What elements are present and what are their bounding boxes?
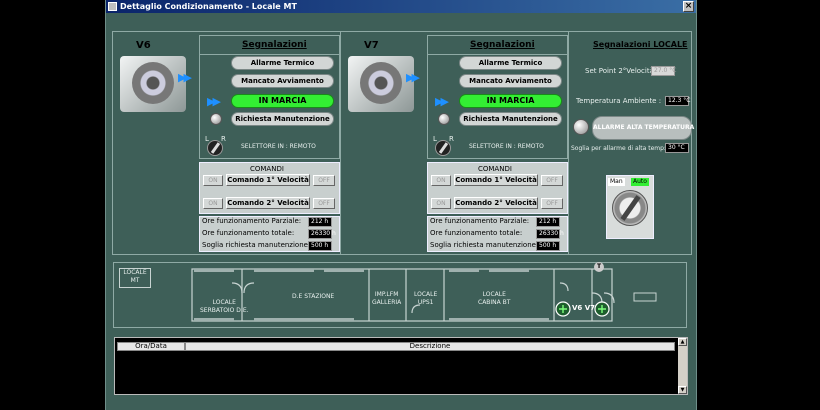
airflow-arrow-icon: ▶▶ bbox=[178, 71, 192, 84]
signal-start-failure: Mancato Avviamento bbox=[231, 74, 334, 88]
high-temp-threshold-value: 30 °C bbox=[665, 143, 689, 153]
maintenance-threshold-label: Soglia richiesta manutenzione (h): bbox=[202, 241, 323, 249]
maintenance-threshold-label: Soglia richiesta manutenzione (h): bbox=[430, 241, 551, 249]
unit-name: V6 bbox=[136, 40, 151, 51]
cmd2-on-button[interactable]: ON bbox=[431, 198, 451, 209]
unit-panel-v7: V7 ▶▶ Segnalazioni Allarme Termico Manca… bbox=[340, 31, 569, 255]
app-icon bbox=[108, 2, 117, 11]
setpoint-value: 27.0 °C bbox=[651, 66, 676, 76]
title-bar: Dettaglio Condizionamento - Locale MT × bbox=[106, 0, 696, 13]
hours-total-value: 26330 h bbox=[308, 229, 336, 239]
cmd1-speed-button[interactable]: Comando 1° Velocità bbox=[454, 174, 538, 186]
room-imp-galleria: IMP.LFM GALLERIA bbox=[372, 291, 402, 306]
selector-right-label: R bbox=[449, 135, 454, 143]
room-ups1: LOCALE UPS1 bbox=[414, 291, 438, 306]
cmd1-off-button[interactable]: OFF bbox=[541, 175, 563, 186]
window-title: Dettaglio Condizionamento - Locale MT bbox=[120, 2, 297, 11]
selector-key-icon[interactable] bbox=[435, 140, 451, 156]
high-temp-alarm: ALLARME ALTA TEMPERATURA bbox=[592, 116, 694, 140]
cmd1-on-button[interactable]: ON bbox=[431, 175, 451, 186]
hours-partial-value: 212 h bbox=[308, 217, 332, 227]
running-arrow-icon: ▶▶ bbox=[435, 95, 449, 108]
maintenance-threshold-value: 500 h bbox=[308, 241, 332, 251]
hours-total-value: 26330 h bbox=[536, 229, 564, 239]
hours-partial-value: 212 h bbox=[536, 217, 560, 227]
mode-selector-knob-icon[interactable] bbox=[612, 190, 648, 226]
commands-title: COMANDI bbox=[478, 165, 512, 173]
airflow-arrow-icon: ▶▶ bbox=[406, 71, 420, 84]
mode-manual-label: Man bbox=[608, 178, 625, 186]
signal-maintenance-request: Richiesta Manutenzione bbox=[231, 112, 334, 126]
running-arrow-icon: ▶▶ bbox=[207, 95, 221, 108]
cmd2-off-button[interactable]: OFF bbox=[541, 198, 563, 209]
selector-label: SELETTORE IN : REMOTO bbox=[469, 143, 544, 150]
mode-auto-label: Auto bbox=[631, 178, 649, 186]
ambient-temp-label: Temperatura Ambiente : bbox=[576, 97, 662, 105]
fan-icon bbox=[348, 56, 414, 112]
unit-name: V7 bbox=[364, 40, 379, 51]
signal-maintenance-request: Richiesta Manutenzione bbox=[459, 112, 562, 126]
cmd2-off-button[interactable]: OFF bbox=[313, 198, 335, 209]
cmd1-on-button[interactable]: ON bbox=[203, 175, 223, 186]
cmd1-off-button[interactable]: OFF bbox=[313, 175, 335, 186]
signal-start-failure: Mancato Avviamento bbox=[459, 74, 562, 88]
maintenance-led-icon bbox=[210, 113, 222, 125]
setpoint-label: Set Point 2°Velocità: bbox=[585, 67, 657, 75]
fan-location-label: V6 V7 bbox=[572, 304, 596, 312]
log-col-time[interactable]: Ora/Data bbox=[117, 342, 185, 351]
high-temp-alarm-led-icon bbox=[573, 119, 589, 135]
cmd2-speed-button[interactable]: Comando 2° Velocità bbox=[226, 197, 310, 209]
commands-title: COMANDI bbox=[250, 165, 284, 173]
selector-label: SELETTORE IN : REMOTO bbox=[241, 143, 316, 150]
selector-key-icon[interactable] bbox=[207, 140, 223, 156]
ambient-temp-value: 12.3 °C bbox=[665, 96, 690, 106]
room-cabina-bt: LOCALE CABINA BT bbox=[478, 291, 511, 306]
thermostat-icon: T bbox=[594, 262, 604, 272]
cmd2-speed-button[interactable]: Comando 2° Velocità bbox=[454, 197, 538, 209]
event-log[interactable]: Ora/Data Descrizione ▲ ▼ bbox=[114, 337, 688, 395]
scroll-down-icon[interactable]: ▼ bbox=[678, 386, 687, 394]
cmd2-on-button[interactable]: ON bbox=[203, 198, 223, 209]
hours-total-label: Ore funzionamento totale: bbox=[430, 229, 523, 237]
log-scrollbar[interactable]: ▲ ▼ bbox=[678, 338, 687, 394]
maintenance-led-icon bbox=[438, 113, 450, 125]
hours-total-label: Ore funzionamento totale: bbox=[202, 229, 295, 237]
selector-right-label: R bbox=[221, 135, 226, 143]
signals-title: Segnalazioni bbox=[470, 40, 535, 50]
hours-partial-label: Ore funzionamento Parziale: bbox=[430, 217, 530, 225]
signal-thermal-alarm: Allarme Termico bbox=[459, 56, 562, 70]
close-button[interactable]: × bbox=[683, 1, 694, 12]
room-de-stazione: D.E STAZIONE bbox=[292, 293, 335, 300]
fan-icon bbox=[120, 56, 186, 112]
signal-running: IN MARCIA bbox=[459, 94, 562, 108]
cmd1-speed-button[interactable]: Comando 1° Velocità bbox=[226, 174, 310, 186]
maintenance-threshold-value: 500 h bbox=[536, 241, 560, 251]
local-title: Segnalazioni LOCALE bbox=[593, 40, 688, 49]
scroll-up-icon[interactable]: ▲ bbox=[678, 338, 687, 346]
hours-partial-label: Ore funzionamento Parziale: bbox=[202, 217, 302, 225]
unit-panel-v6: V6 ▶▶ Segnalazioni Allarme Termico Manca… bbox=[112, 31, 341, 255]
room-serbatoio: LOCALE SERBATOIO D.E. bbox=[200, 299, 249, 314]
floor-plan: LOCALE MT LOCALE SERBATOIO D.E. D.E STAZ… bbox=[113, 262, 687, 328]
signals-title: Segnalazioni bbox=[242, 40, 307, 50]
main-window: Dettaglio Condizionamento - Locale MT × … bbox=[105, 0, 697, 410]
high-temp-threshold-label: Soglia per allarme di alta temp: bbox=[571, 145, 666, 152]
log-col-description[interactable]: Descrizione bbox=[185, 342, 675, 351]
signal-thermal-alarm: Allarme Termico bbox=[231, 56, 334, 70]
local-panel: Segnalazioni LOCALE Set Point 2°Velocità… bbox=[568, 31, 694, 255]
signal-running: IN MARCIA bbox=[231, 94, 334, 108]
